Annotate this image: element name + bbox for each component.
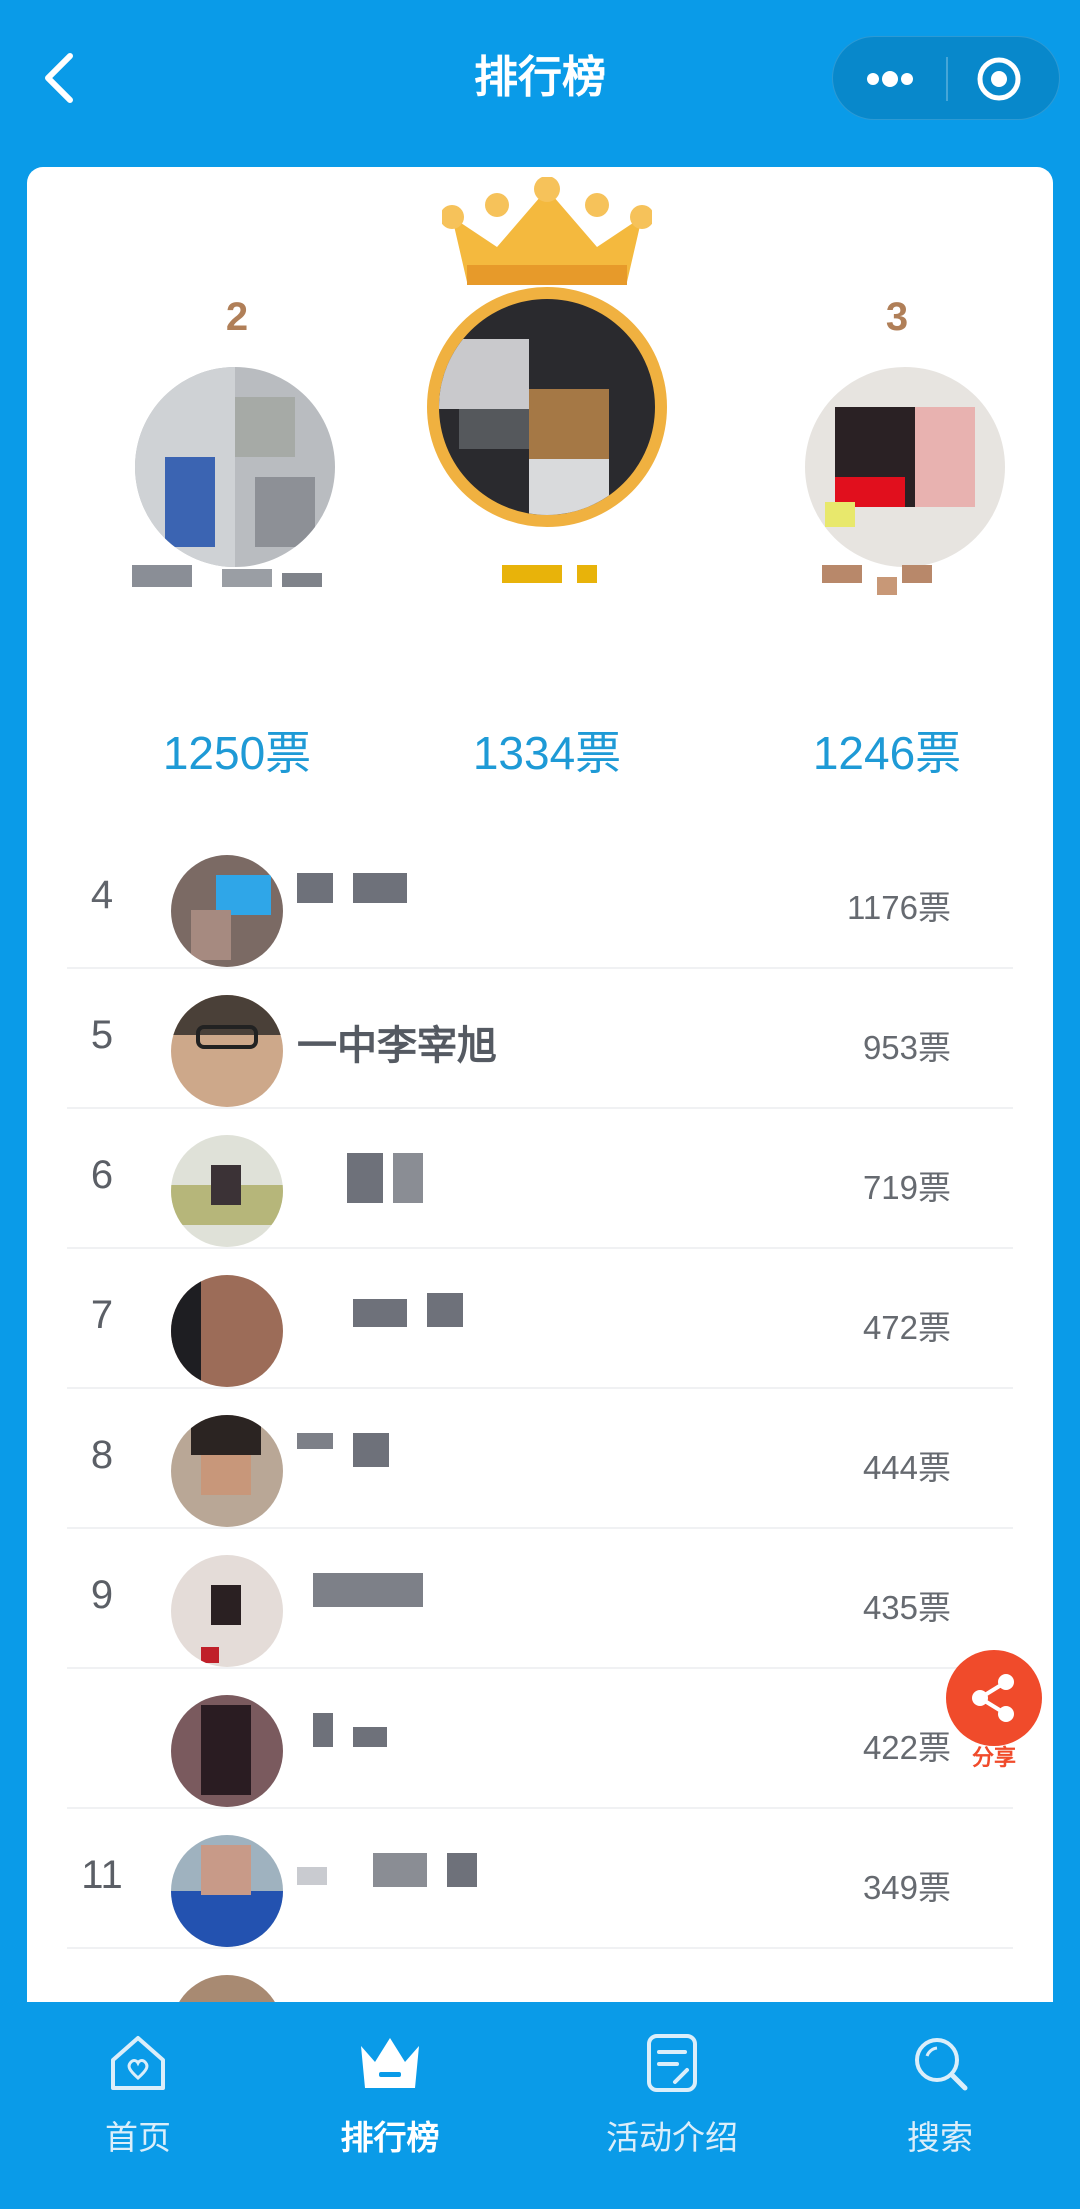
list-item[interactable]: 11 349票 [67,1809,1013,1949]
list-item[interactable]: 7 472票 [67,1249,1013,1389]
avatar [135,367,335,567]
list-item[interactable]: 6 719票 [67,1109,1013,1249]
top-bar: 排行榜 [0,0,1080,160]
tab-activity-intro[interactable]: 活动介绍 [572,2032,772,2159]
list-item[interactable]: 5 一中李宰旭 953票 [67,969,1013,1109]
name-redacted [502,565,602,585]
podium-votes: 1246票 [812,727,962,779]
list-rank: 11 [81,1853,123,1897]
tab-search[interactable]: 搜索 [840,2032,1040,2159]
list-votes: 472票 [862,1309,951,1346]
avatar [427,287,667,527]
list-votes: 719票 [862,1169,951,1206]
list-rank: 4 [90,873,114,917]
avatar [171,995,283,1107]
list-rank: 5 [90,1013,114,1057]
podium-rank: 2 [225,295,249,339]
name-redacted [822,565,932,595]
list-item[interactable]: 10 422票 [67,1669,1013,1809]
podium-votes: 1250票 [162,727,312,779]
bottom-tab-bar: 首页 排行榜 活动介绍 搜索 [0,2002,1080,2209]
list-rank: 7 [90,1293,114,1337]
list-item[interactable] [67,1949,1013,2007]
avatar [171,1835,283,1947]
list-votes: 349票 [862,1869,951,1906]
crown-icon [361,2038,419,2088]
home-heart-icon [111,2036,165,2090]
share-button[interactable] [946,1650,1042,1746]
list-rank: 6 [90,1153,114,1197]
list-item[interactable]: 9 435票 [67,1529,1013,1669]
capsule-divider [946,57,948,101]
share-label: 分享 [971,1745,1016,1770]
podium-votes: 1334票 [472,727,622,779]
avatar [171,1695,283,1807]
list-rank: 9 [90,1573,114,1617]
tab-label: 排行榜 [340,2119,440,2156]
close-target-icon[interactable] [975,55,1023,103]
podium-rank: 3 [885,295,909,339]
avatar [171,1135,283,1247]
share-icon [972,1674,1014,1722]
avatar [805,367,1005,567]
tab-label: 搜索 [907,2119,973,2156]
tab-label: 活动介绍 [606,2119,738,2156]
tab-leaderboard[interactable]: 排行榜 [290,2032,490,2159]
list-item[interactable]: 4 1176票 [67,829,1013,969]
avatar [171,1415,283,1527]
tab-home[interactable]: 首页 [38,2032,238,2159]
avatar [171,855,283,967]
list-votes: 1176票 [847,889,951,926]
mini-program-capsule [832,36,1060,120]
list-name: 一中李宰旭 [297,1024,497,1068]
tab-label: 首页 [105,2119,171,2156]
list-rank: 8 [90,1433,114,1477]
search-icon [915,2038,968,2091]
more-icon[interactable] [859,59,921,99]
avatar [171,1275,283,1387]
list-rank: 10 [79,1713,125,1757]
list-votes: 444票 [862,1449,951,1486]
list-votes: 953票 [862,1029,951,1066]
avatar [171,1555,283,1667]
leaderboard-panel: 2 1250票 1334票 3 1246票 4 1176票 5 一中李宰旭 95… [27,167,1053,2007]
list-item[interactable]: 8 444票 [67,1389,1013,1529]
name-redacted [112,565,322,587]
crown-icon [442,177,652,285]
list-votes: 422票 [862,1729,951,1766]
list-votes: 435票 [862,1589,951,1626]
document-icon [647,2034,697,2092]
